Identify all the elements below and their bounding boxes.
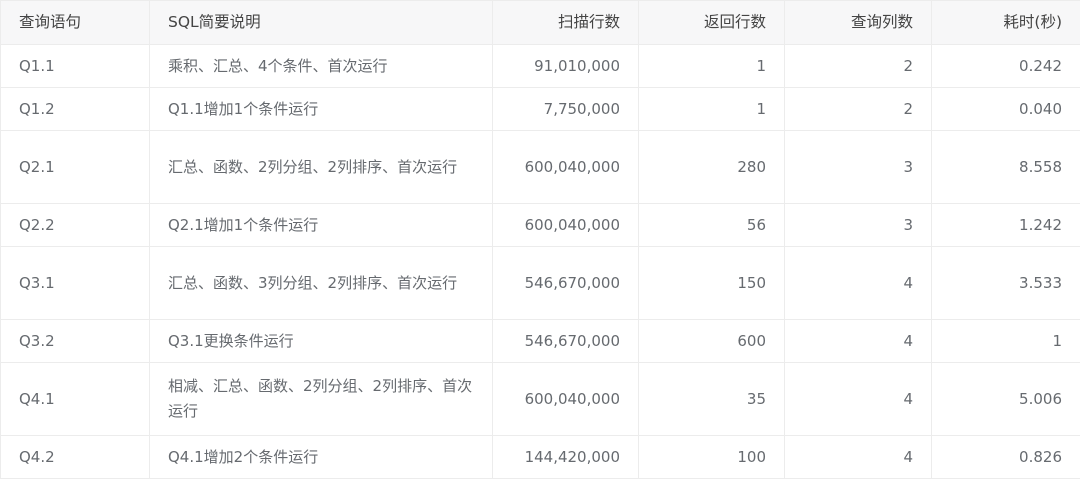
table-row: Q2.1 汇总、函数、2列分组、2列排序、首次运行 600,040,000 28… (0, 130, 1080, 204)
cell-column-count: 2 (784, 44, 932, 88)
header-returned-rows: 返回行数 (638, 0, 785, 45)
table-row: Q3.1 汇总、函数、3列分组、2列排序、首次运行 546,670,000 15… (0, 246, 1080, 320)
cell-returned-rows: 35 (638, 362, 785, 436)
cell-column-count: 2 (784, 87, 932, 131)
cell-scanned-rows: 600,040,000 (492, 362, 639, 436)
cell-returned-rows: 1 (638, 87, 785, 131)
cell-column-count: 4 (784, 319, 932, 363)
cell-query: Q3.2 (0, 319, 150, 363)
table-row: Q4.1 相减、汇总、函数、2列分组、2列排序、首次运行 600,040,000… (0, 362, 1080, 436)
table-row: Q3.2 Q3.1更换条件运行 546,670,000 600 4 1 (0, 319, 1080, 363)
cell-elapsed-time: 0.826 (931, 435, 1080, 479)
table-row: Q1.2 Q1.1增加1个条件运行 7,750,000 1 2 0.040 (0, 87, 1080, 131)
cell-scanned-rows: 600,040,000 (492, 130, 639, 204)
cell-query: Q2.2 (0, 203, 150, 247)
cell-column-count: 4 (784, 362, 932, 436)
cell-description: 乘积、汇总、4个条件、首次运行 (149, 44, 493, 88)
cell-query: Q1.2 (0, 87, 150, 131)
header-query: 查询语句 (0, 0, 150, 45)
header-column-count: 查询列数 (784, 0, 932, 45)
cell-elapsed-time: 0.040 (931, 87, 1080, 131)
cell-elapsed-time: 0.242 (931, 44, 1080, 88)
cell-scanned-rows: 91,010,000 (492, 44, 639, 88)
cell-column-count: 4 (784, 246, 932, 320)
cell-column-count: 3 (784, 203, 932, 247)
header-description: SQL简要说明 (149, 0, 493, 45)
cell-query: Q2.1 (0, 130, 150, 204)
cell-query: Q1.1 (0, 44, 150, 88)
cell-returned-rows: 100 (638, 435, 785, 479)
header-row: 查询语句 SQL简要说明 扫描行数 返回行数 查询列数 耗时(秒) (0, 0, 1080, 45)
cell-description: Q3.1更换条件运行 (149, 319, 493, 363)
cell-query: Q4.2 (0, 435, 150, 479)
cell-returned-rows: 150 (638, 246, 785, 320)
cell-elapsed-time: 3.533 (931, 246, 1080, 320)
cell-returned-rows: 600 (638, 319, 785, 363)
cell-returned-rows: 1 (638, 44, 785, 88)
table-row: Q4.2 Q4.1增加2个条件运行 144,420,000 100 4 0.82… (0, 435, 1080, 479)
cell-query: Q3.1 (0, 246, 150, 320)
cell-elapsed-time: 8.558 (931, 130, 1080, 204)
cell-returned-rows: 56 (638, 203, 785, 247)
cell-elapsed-time: 1.242 (931, 203, 1080, 247)
cell-description: Q4.1增加2个条件运行 (149, 435, 493, 479)
header-scanned-rows: 扫描行数 (492, 0, 639, 45)
query-performance-table: 查询语句 SQL简要说明 扫描行数 返回行数 查询列数 耗时(秒) Q1.1 乘… (0, 0, 1080, 479)
cell-scanned-rows: 546,670,000 (492, 319, 639, 363)
cell-scanned-rows: 7,750,000 (492, 87, 639, 131)
table-header: 查询语句 SQL简要说明 扫描行数 返回行数 查询列数 耗时(秒) (0, 0, 1080, 45)
cell-description: Q2.1增加1个条件运行 (149, 203, 493, 247)
cell-description: 汇总、函数、3列分组、2列排序、首次运行 (149, 246, 493, 320)
header-elapsed-time: 耗时(秒) (931, 0, 1080, 45)
cell-column-count: 4 (784, 435, 932, 479)
cell-scanned-rows: 600,040,000 (492, 203, 639, 247)
cell-query: Q4.1 (0, 362, 150, 436)
cell-description: 相减、汇总、函数、2列分组、2列排序、首次运行 (149, 362, 493, 436)
cell-scanned-rows: 546,670,000 (492, 246, 639, 320)
table-body: Q1.1 乘积、汇总、4个条件、首次运行 91,010,000 1 2 0.24… (0, 44, 1080, 479)
cell-column-count: 3 (784, 130, 932, 204)
cell-description: Q1.1增加1个条件运行 (149, 87, 493, 131)
table-row: Q2.2 Q2.1增加1个条件运行 600,040,000 56 3 1.242 (0, 203, 1080, 247)
cell-elapsed-time: 5.006 (931, 362, 1080, 436)
cell-elapsed-time: 1 (931, 319, 1080, 363)
table-row: Q1.1 乘积、汇总、4个条件、首次运行 91,010,000 1 2 0.24… (0, 44, 1080, 88)
cell-description: 汇总、函数、2列分组、2列排序、首次运行 (149, 130, 493, 204)
cell-returned-rows: 280 (638, 130, 785, 204)
cell-scanned-rows: 144,420,000 (492, 435, 639, 479)
